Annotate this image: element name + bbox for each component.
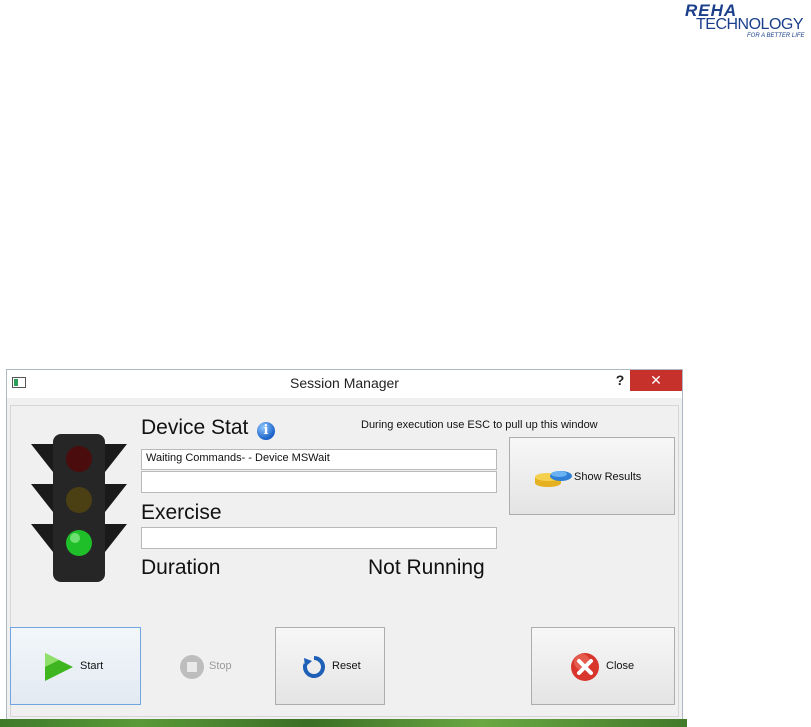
close-button[interactable]: Close bbox=[531, 627, 675, 705]
start-label: Start bbox=[80, 660, 104, 672]
duration-label: Duration bbox=[141, 556, 221, 579]
reset-label: Reset bbox=[332, 660, 361, 672]
show-results-button[interactable]: Show Results bbox=[509, 437, 675, 515]
stop-label: Stop bbox=[209, 660, 232, 672]
play-icon bbox=[45, 653, 73, 681]
stop-button[interactable]: Stop bbox=[148, 627, 271, 705]
device-status-line1: Waiting Commands- - Device MSWait bbox=[141, 449, 497, 470]
close-icon bbox=[571, 653, 599, 681]
window-close-button[interactable]: ✕ bbox=[630, 370, 682, 391]
yellow-lamp bbox=[66, 487, 92, 513]
reha-technology-logo: REHA TECHNOLOGY FOR A BETTER LIFE bbox=[684, 1, 809, 44]
logo-line2: TECHNOLOGY bbox=[696, 16, 804, 33]
window-title: Session Manager bbox=[290, 375, 399, 391]
results-chart-icon bbox=[535, 471, 572, 487]
info-icon[interactable]: i bbox=[257, 422, 275, 440]
help-button[interactable]: ? bbox=[612, 372, 628, 392]
background-grass-strip bbox=[0, 719, 687, 727]
close-label: Close bbox=[606, 660, 635, 672]
stop-icon bbox=[180, 655, 204, 679]
logo-tagline: FOR A BETTER LIFE bbox=[747, 33, 805, 39]
device-state-label: Device Stat bbox=[141, 416, 249, 439]
show-results-label: Show Results bbox=[574, 471, 642, 483]
green-lamp bbox=[66, 530, 92, 556]
esc-hint: During execution use ESC to pull up this… bbox=[361, 419, 598, 431]
red-lamp bbox=[66, 446, 92, 472]
traffic-light-icon bbox=[31, 434, 127, 582]
exercise-label: Exercise bbox=[141, 501, 222, 524]
session-panel: Device Stat i During execution use ESC t… bbox=[10, 405, 679, 717]
reset-button[interactable]: Reset bbox=[275, 627, 385, 705]
title-bar[interactable]: Session Manager ? ✕ bbox=[7, 370, 682, 398]
device-status-line2 bbox=[141, 471, 497, 493]
exercise-field bbox=[141, 527, 497, 549]
running-status: Not Running bbox=[368, 556, 485, 579]
reset-icon bbox=[303, 656, 325, 678]
session-manager-window: Session Manager ? ✕ Device Stat i During… bbox=[6, 369, 683, 721]
start-button[interactable]: Start bbox=[10, 627, 141, 705]
